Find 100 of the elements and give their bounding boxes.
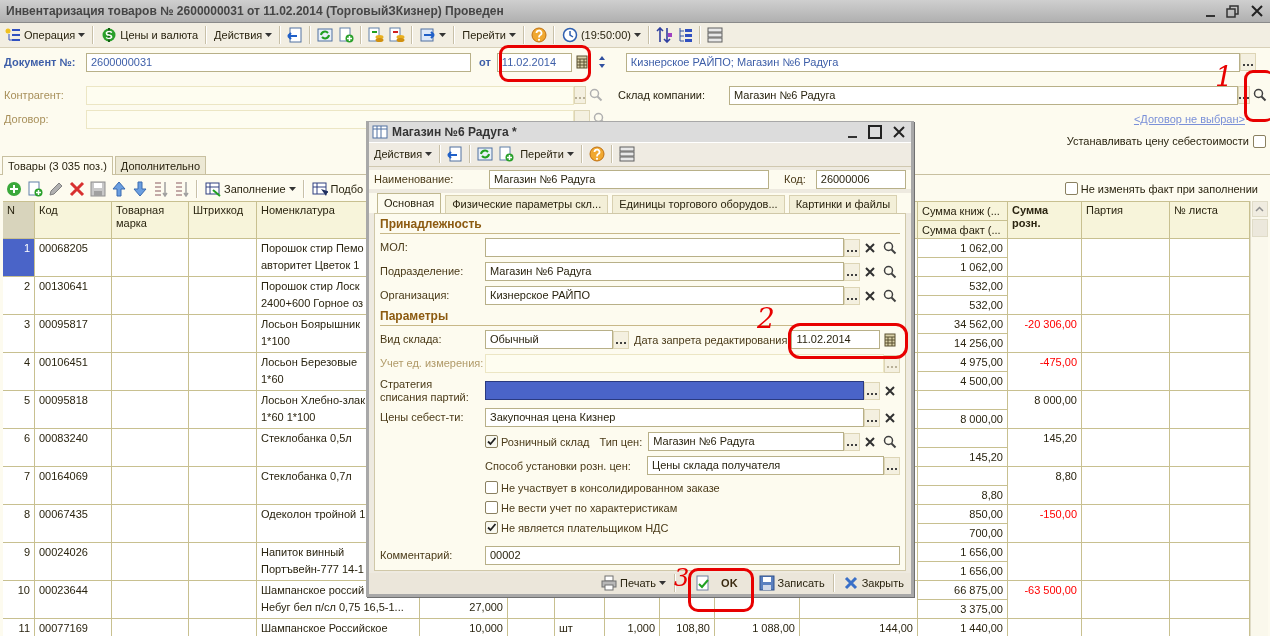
choose-button[interactable]: [884, 456, 900, 475]
search-icon: [882, 433, 898, 450]
table-cell: 532,00: [969, 299, 1003, 311]
tab[interactable]: Картинки и файлы: [788, 194, 898, 213]
counterparty-field[interactable]: [86, 85, 574, 105]
select-field[interactable]: Обычный: [485, 330, 613, 350]
ellipsis-icon: [616, 341, 626, 344]
row-number[interactable]: 6: [3, 429, 35, 467]
help-button[interactable]: [586, 144, 607, 165]
goto-menu[interactable]: Перейти: [459, 25, 519, 45]
field-label: Договор:: [3, 113, 50, 125]
choose-button[interactable]: [864, 381, 880, 400]
table-cell: 8 000,00: [960, 413, 1003, 425]
field-label: Способ установки розн. цен:: [485, 459, 632, 472]
checkbox[interactable]: [485, 501, 498, 515]
checkbox[interactable]: [1253, 134, 1266, 148]
checkbox[interactable]: [485, 481, 498, 495]
actions-menu[interactable]: Действия: [211, 25, 276, 45]
ok-button[interactable]: OK: [692, 573, 747, 594]
sort-button[interactable]: [654, 25, 675, 45]
columns-button[interactable]: [616, 144, 637, 165]
pick-button[interactable]: Подбо: [308, 178, 367, 199]
save-button[interactable]: [88, 178, 108, 199]
select-field[interactable]: [485, 381, 864, 401]
refresh-button[interactable]: [315, 25, 336, 45]
scrollbar[interactable]: [1250, 201, 1268, 636]
prices-button[interactable]: Цены и валюта: [98, 25, 202, 45]
comment-field[interactable]: 00002: [485, 546, 900, 566]
checkbox[interactable]: [485, 435, 498, 449]
row-number[interactable]: 3: [3, 315, 35, 353]
field-label: Наименование:: [374, 173, 455, 186]
row-number[interactable]: 11: [3, 619, 35, 636]
column-header[interactable]: Штрихкод: [189, 201, 257, 239]
checkbox-label: Не вести учет по характеристикам: [501, 501, 678, 514]
refresh-icon: [317, 27, 334, 43]
choose-button[interactable]: [864, 408, 880, 427]
actions-menu[interactable]: Действия: [371, 144, 436, 165]
column-header[interactable]: Код: [35, 201, 112, 239]
column-header[interactable]: Партия: [1082, 201, 1170, 239]
save-button[interactable]: Записать: [755, 573, 828, 594]
row-number[interactable]: 2: [3, 277, 35, 315]
fill-menu[interactable]: Заполнение: [202, 178, 299, 199]
print-menu[interactable]: Печать: [598, 573, 670, 594]
row-number[interactable]: 9: [3, 543, 35, 581]
column-header[interactable]: Сумма розн.: [1008, 201, 1082, 239]
columns-button[interactable]: [705, 25, 726, 45]
time-button[interactable]: (19:50:00): [558, 25, 645, 45]
pencil-icon: [48, 180, 64, 197]
code-field[interactable]: 26000006: [815, 169, 906, 189]
tab[interactable]: Основная: [377, 192, 442, 213]
close-button[interactable]: Закрыть: [839, 573, 907, 594]
row-number[interactable]: 4: [3, 353, 35, 391]
copy-row-button[interactable]: [25, 178, 45, 199]
choose-button[interactable]: [844, 432, 860, 451]
reference-field[interactable]: [485, 238, 844, 258]
tab[interactable]: Товары (3 035 поз.): [2, 156, 113, 175]
help-button[interactable]: [528, 25, 549, 45]
move-down-button[interactable]: [130, 178, 150, 199]
goto-menu[interactable]: Перейти: [517, 144, 577, 165]
column-header[interactable]: Товарная марка: [112, 201, 189, 239]
select-field[interactable]: Цены склада получателя: [647, 456, 884, 476]
column-header[interactable]: N: [3, 201, 35, 239]
choose-button[interactable]: [844, 286, 860, 305]
checkbox[interactable]: [485, 521, 498, 535]
table-arrow-icon: [205, 180, 221, 197]
select-field[interactable]: Закупочная цена Кизнер: [485, 408, 864, 428]
tab[interactable]: Единицы торгового оборудов...: [612, 194, 785, 213]
restore-icon: [1225, 3, 1241, 19]
scroll-thumb[interactable]: [1251, 219, 1268, 237]
choose-button[interactable]: [613, 330, 629, 349]
date-field[interactable]: 11.02.2014: [496, 52, 572, 72]
row-number[interactable]: 7: [3, 467, 35, 505]
tab[interactable]: Дополнительно: [114, 156, 207, 174]
date-field[interactable]: 11.02.2014: [791, 330, 880, 350]
scroll-up-button[interactable]: [1251, 201, 1268, 217]
reference-field[interactable]: Магазин №6 Радуга: [648, 432, 844, 452]
row-number[interactable]: 10: [3, 581, 35, 619]
caret-icon: [659, 581, 667, 586]
choose-button[interactable]: [844, 262, 860, 281]
column-header[interactable]: Сумма факт (...: [918, 221, 1007, 239]
operation-menu[interactable]: Операция: [2, 25, 89, 45]
money-icon: [101, 27, 118, 43]
checkbox[interactable]: [1064, 182, 1078, 195]
tab[interactable]: Физические параметры скл...: [445, 194, 609, 213]
reference-field[interactable]: Кизнерское РАЙПО: [485, 286, 844, 306]
caret-icon: [439, 33, 447, 37]
column-header[interactable]: Сумма книж (...: [918, 202, 1007, 221]
document-number-field[interactable]: 2600000031: [86, 52, 471, 72]
reference-field[interactable]: Магазин №6 Радуга: [485, 262, 844, 282]
maximize-button[interactable]: [865, 122, 885, 142]
row-number[interactable]: 1: [3, 239, 35, 277]
row-number[interactable]: 5: [3, 391, 35, 429]
warehouse-field[interactable]: Магазин №6 Радуга: [729, 85, 1238, 105]
choose-button[interactable]: [1240, 53, 1256, 71]
table-cell: 4 500,00: [960, 375, 1003, 387]
search-icon: [882, 263, 898, 280]
row-number[interactable]: 8: [3, 505, 35, 543]
choose-button[interactable]: [844, 238, 860, 257]
checkbox-label: Розничный склад: [501, 435, 590, 448]
name-field[interactable]: Магазин №6 Радуга: [489, 169, 769, 189]
